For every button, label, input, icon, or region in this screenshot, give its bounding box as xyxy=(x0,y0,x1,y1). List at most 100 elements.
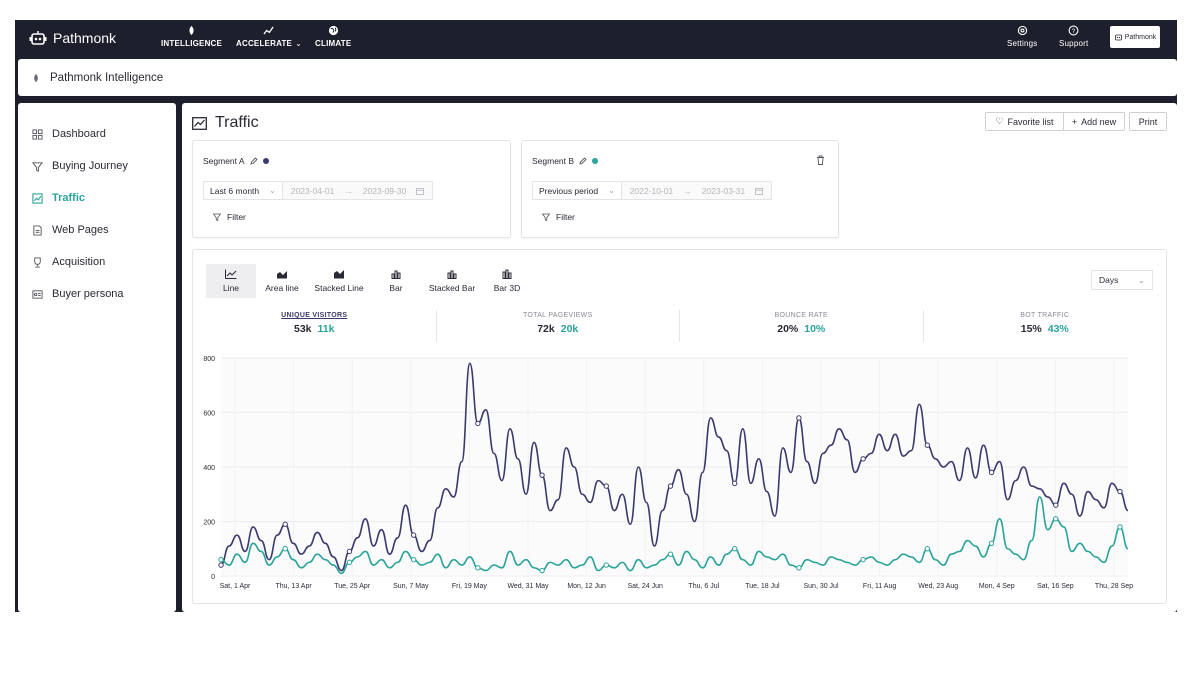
sidebar: Dashboard Buying Journey Traffic Web Pag… xyxy=(18,103,176,612)
kpi-title: BOT TRAFFIC xyxy=(1020,312,1070,319)
kpi-bot-traffic[interactable]: BOT TRAFFIC 15% 43% xyxy=(924,310,1167,342)
segment-b-filter-button[interactable]: Filter xyxy=(542,212,575,222)
segment-a-filter-button[interactable]: Filter xyxy=(213,212,246,222)
subheader-title: Pathmonk Intelligence xyxy=(50,71,164,84)
chart-type-label: Line xyxy=(222,283,240,293)
robot-logo-icon xyxy=(1114,34,1122,41)
data-point xyxy=(1053,516,1059,522)
top-navigation: Pathmonk INTELLIGENCE ACCELERATE ⌄ CLIMAT… xyxy=(15,20,1177,58)
main-content: Traffic ♡ Favorite list + Add new Print … xyxy=(182,103,1177,612)
granularity-select[interactable]: Days ⌄ xyxy=(1091,270,1153,290)
sidebar-item-acquisition[interactable]: Acquisition xyxy=(18,246,176,278)
segment-a-color-dot xyxy=(262,158,269,164)
account-logo-text: Pathmonk xyxy=(1124,33,1157,41)
page-icon xyxy=(33,224,42,236)
bar-chart-icon xyxy=(391,270,401,279)
nav-intelligence-label: INTELLIGENCE xyxy=(161,39,223,48)
svg-text:?: ? xyxy=(1072,28,1076,35)
print-button[interactable]: Print xyxy=(1129,112,1167,131)
chevron-down-icon: ⌄ xyxy=(608,186,615,195)
segment-a-label: Segment A xyxy=(203,156,245,166)
segment-a-date-range[interactable]: 2023-04-01 → 2023-09-30 xyxy=(282,181,434,200)
segment-b-start-date: 2022-10-01 xyxy=(629,185,674,196)
data-point xyxy=(1117,524,1123,530)
kpi-title: UNIQUE VISITORS xyxy=(281,312,348,319)
globe-icon xyxy=(328,25,338,36)
nav-climate-label: CLIMATE xyxy=(315,39,352,48)
kpi-total-pageviews[interactable]: TOTAL PAGEVIEWS 72k 20k xyxy=(437,310,680,342)
favorite-list-label: Favorite list xyxy=(1007,116,1054,127)
nav-accelerate[interactable]: ACCELERATE ⌄ xyxy=(236,25,302,48)
nav-settings[interactable]: Settings xyxy=(1007,25,1038,48)
segment-b-date-range[interactable]: 2022-10-01 → 2023-03-31 xyxy=(621,181,773,200)
segment-a-card: Segment A Last 6 month ⌄ 2023-04-01 → 20… xyxy=(192,140,511,238)
nav-support[interactable]: ? Support xyxy=(1059,25,1088,48)
data-point xyxy=(603,562,609,568)
data-point xyxy=(796,565,802,571)
segment-b-filter-label: Filter xyxy=(556,212,575,222)
kpi-bounce-rate[interactable]: BOUNCE RATE 20% 10% xyxy=(680,310,924,342)
heart-icon: ♡ xyxy=(995,116,1004,126)
nav-settings-label: Settings xyxy=(1007,39,1038,48)
pencil-icon[interactable] xyxy=(249,157,258,165)
granularity-value: Days xyxy=(1099,275,1119,285)
chart-type-stacked-bar[interactable]: Stacked Bar xyxy=(425,264,479,298)
segment-a-header: Segment A xyxy=(203,156,269,166)
chart-type-bar-3d[interactable]: Bar 3D xyxy=(491,264,523,298)
segment-b-card: Segment B Previous period ⌄ 2022-10-01 →… xyxy=(521,140,839,238)
data-point xyxy=(218,562,224,568)
data-point xyxy=(667,551,674,557)
app-window: Pathmonk INTELLIGENCE ACCELERATE ⌄ CLIMAT… xyxy=(15,20,1177,612)
y-tick-label: 0 xyxy=(211,574,215,581)
sidebar-item-buyer-persona[interactable]: Buyer persona xyxy=(18,278,176,310)
sidebar-item-buying-journey[interactable]: Buying Journey xyxy=(18,150,176,182)
chart-type-bar[interactable]: Bar xyxy=(382,264,410,298)
sidebar-item-web-pages[interactable]: Web Pages xyxy=(18,214,176,246)
chart-panel: Line Area line Stacked Line Bar Stacked … xyxy=(192,249,1167,604)
segment-b-label: Segment B xyxy=(532,156,575,166)
kpi-unique-visitors[interactable]: UNIQUE VISITORS 53k 11k xyxy=(193,310,437,342)
brand[interactable]: Pathmonk xyxy=(29,30,116,46)
segment-a-period-select[interactable]: Last 6 month ⌄ xyxy=(203,181,283,200)
favorite-list-button[interactable]: ♡ Favorite list xyxy=(985,112,1064,131)
add-new-button[interactable]: + Add new xyxy=(1063,112,1125,131)
x-tick-label: Sun, 30 Jul xyxy=(803,583,838,590)
chart-type-label: Stacked Line xyxy=(314,283,364,293)
x-tick-label: Sat, 1 Apr xyxy=(220,583,251,590)
sidebar-item-dashboard[interactable]: Dashboard xyxy=(18,118,176,150)
nav-support-label: Support xyxy=(1059,39,1089,48)
add-new-label: Add new xyxy=(1081,116,1117,127)
arrow-right-icon: → xyxy=(344,185,353,196)
chart-icon xyxy=(32,192,43,204)
sidebar-item-label: Dashboard xyxy=(52,128,106,140)
segment-a-start-date: 2023-04-01 xyxy=(290,185,335,196)
pencil-icon[interactable] xyxy=(579,157,587,165)
y-tick-label: 400 xyxy=(203,465,215,472)
segment-b-end-date: 2023-03-31 xyxy=(701,185,746,196)
data-point xyxy=(346,559,353,566)
x-tick-label: Thu, 13 Apr xyxy=(275,583,312,590)
nav-climate[interactable]: CLIMATE xyxy=(315,25,351,48)
stacked-bar-icon xyxy=(447,270,457,279)
chart-type-area-line[interactable]: Area line xyxy=(259,264,305,298)
data-point xyxy=(924,442,931,448)
x-tick-label: Wed, 31 May xyxy=(507,583,549,590)
sidebar-item-traffic[interactable]: Traffic xyxy=(18,182,176,214)
nav-intelligence[interactable]: INTELLIGENCE xyxy=(161,25,222,48)
account-logo[interactable]: Pathmonk xyxy=(1110,26,1160,48)
kpi-value-b: 11k xyxy=(317,323,335,335)
x-tick-label: Fri, 19 May xyxy=(452,583,488,590)
x-tick-label: Sun, 7 May xyxy=(393,583,429,590)
data-point xyxy=(410,532,417,538)
chart-type-label: Bar xyxy=(389,283,403,293)
y-tick-label: 200 xyxy=(203,520,215,527)
segment-b-period-select[interactable]: Previous period ⌄ xyxy=(532,181,622,200)
chevron-down-icon: ⌄ xyxy=(295,39,302,48)
kpi-value-b: 10% xyxy=(804,323,826,335)
trash-icon[interactable] xyxy=(816,155,825,165)
trend-icon xyxy=(263,26,275,35)
chart-type-line[interactable]: Line xyxy=(206,264,256,298)
chart-type-stacked-line[interactable]: Stacked Line xyxy=(310,264,368,298)
x-tick-label: Tue, 18 Jul xyxy=(745,583,780,590)
kpi-value-b: 20k xyxy=(560,323,579,335)
